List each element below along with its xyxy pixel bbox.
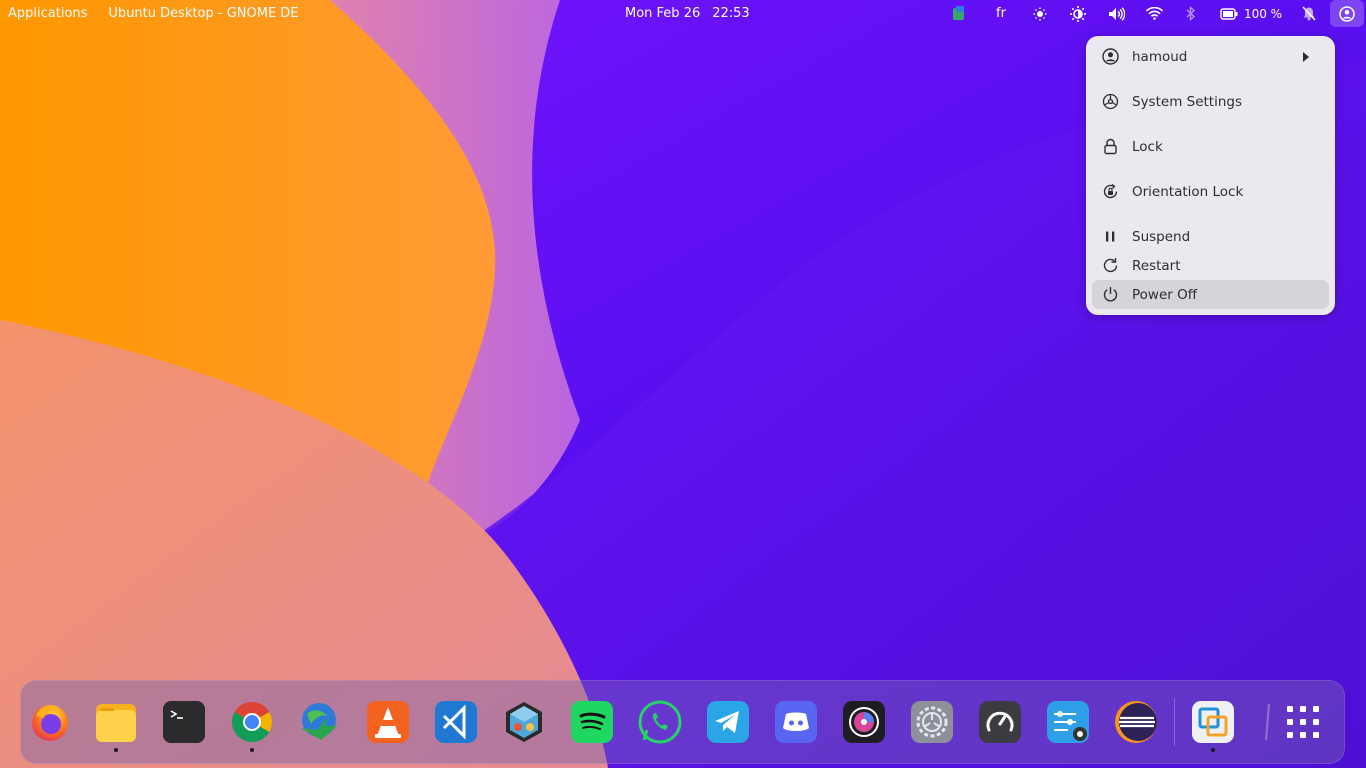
system-settings-icon[interactable] <box>910 700 954 744</box>
battery-percent[interactable]: 100 % <box>1243 0 1283 27</box>
internet-download-manager-icon[interactable] <box>297 700 341 744</box>
date-time[interactable]: Mon Feb 26 22:53 <box>625 0 750 27</box>
system-menu: hamoud System Settings Lock Orientation … <box>1086 36 1335 315</box>
power-icon <box>1103 287 1118 302</box>
window-title[interactable]: Ubuntu Desktop - GNOME DE <box>108 6 298 21</box>
user-icon <box>1339 5 1355 22</box>
spotify-icon[interactable] <box>570 700 614 744</box>
top-bar-left: Applications Ubuntu Desktop - GNOME DE <box>8 0 320 27</box>
date-text: Mon Feb 26 <box>625 6 701 21</box>
firefox-icon[interactable] <box>28 700 72 744</box>
bluetooth-icon[interactable] <box>1182 0 1200 27</box>
brightness-low-icon[interactable] <box>1031 0 1049 27</box>
orientation-lock-icon <box>1103 183 1118 199</box>
user-icon <box>1102 48 1119 65</box>
battery-icon[interactable] <box>1219 0 1239 27</box>
menu-item-label: System Settings <box>1132 93 1243 110</box>
tweaks-icon[interactable] <box>1046 700 1090 744</box>
dock-separator <box>1174 698 1175 746</box>
menu-item-label: Lock <box>1132 138 1163 155</box>
menu-item-lock[interactable]: Lock <box>1092 132 1329 161</box>
menu-item-label: hamoud <box>1132 48 1188 65</box>
menu-item-orientation-lock[interactable]: Orientation Lock <box>1092 177 1329 206</box>
running-indicator <box>1211 748 1215 752</box>
telegram-icon[interactable] <box>706 700 750 744</box>
menu-item-user[interactable]: hamoud <box>1092 42 1329 71</box>
menu-item-label: Orientation Lock <box>1132 183 1244 200</box>
discord-icon[interactable] <box>774 700 818 744</box>
menu-item-label: Suspend <box>1132 228 1191 245</box>
applications-menu[interactable]: Applications <box>8 6 87 21</box>
app-indicator-icon[interactable] <box>950 0 968 27</box>
menu-item-system-settings[interactable]: System Settings <box>1092 87 1329 116</box>
time-text: 22:53 <box>712 6 750 21</box>
lock-icon <box>1104 138 1117 155</box>
resources-monitor-icon[interactable] <box>978 700 1022 744</box>
terminal-icon[interactable] <box>162 700 206 744</box>
volume-icon[interactable] <box>1106 0 1126 27</box>
running-indicator <box>114 748 118 752</box>
chrome-icon[interactable] <box>230 700 274 744</box>
menu-item-restart[interactable]: Restart <box>1092 251 1329 280</box>
top-bar: Applications Ubuntu Desktop - GNOME DE M… <box>0 0 1366 27</box>
menu-item-suspend[interactable]: Suspend <box>1092 222 1329 251</box>
vscode-icon[interactable] <box>434 700 478 744</box>
settings-icon <box>1102 93 1119 110</box>
virtualbox-icon[interactable] <box>502 700 546 744</box>
vlc-icon[interactable] <box>366 700 410 744</box>
menu-item-label: Power Off <box>1132 286 1198 303</box>
submenu-arrow-icon <box>1303 52 1309 62</box>
notifications-off-icon[interactable] <box>1300 0 1318 27</box>
restart-icon <box>1103 258 1118 273</box>
wifi-icon[interactable] <box>1144 0 1164 27</box>
trash-icon[interactable] <box>1258 700 1274 744</box>
files-icon[interactable] <box>94 700 138 744</box>
whatsapp-icon[interactable] <box>638 700 682 744</box>
suspend-icon <box>1106 231 1115 242</box>
vmware-icon[interactable] <box>1191 700 1235 744</box>
eclipse-icon[interactable] <box>1114 700 1158 744</box>
keyboard-layout[interactable]: fr <box>989 0 1013 27</box>
user-menu-button[interactable] <box>1330 0 1364 27</box>
camera-app-icon[interactable] <box>842 700 886 744</box>
running-indicator <box>250 748 254 752</box>
show-apps-icon[interactable] <box>1281 700 1325 744</box>
brightness-high-icon[interactable] <box>1068 0 1088 27</box>
menu-item-label: Restart <box>1132 257 1181 274</box>
menu-item-power-off[interactable]: Power Off <box>1092 280 1329 309</box>
